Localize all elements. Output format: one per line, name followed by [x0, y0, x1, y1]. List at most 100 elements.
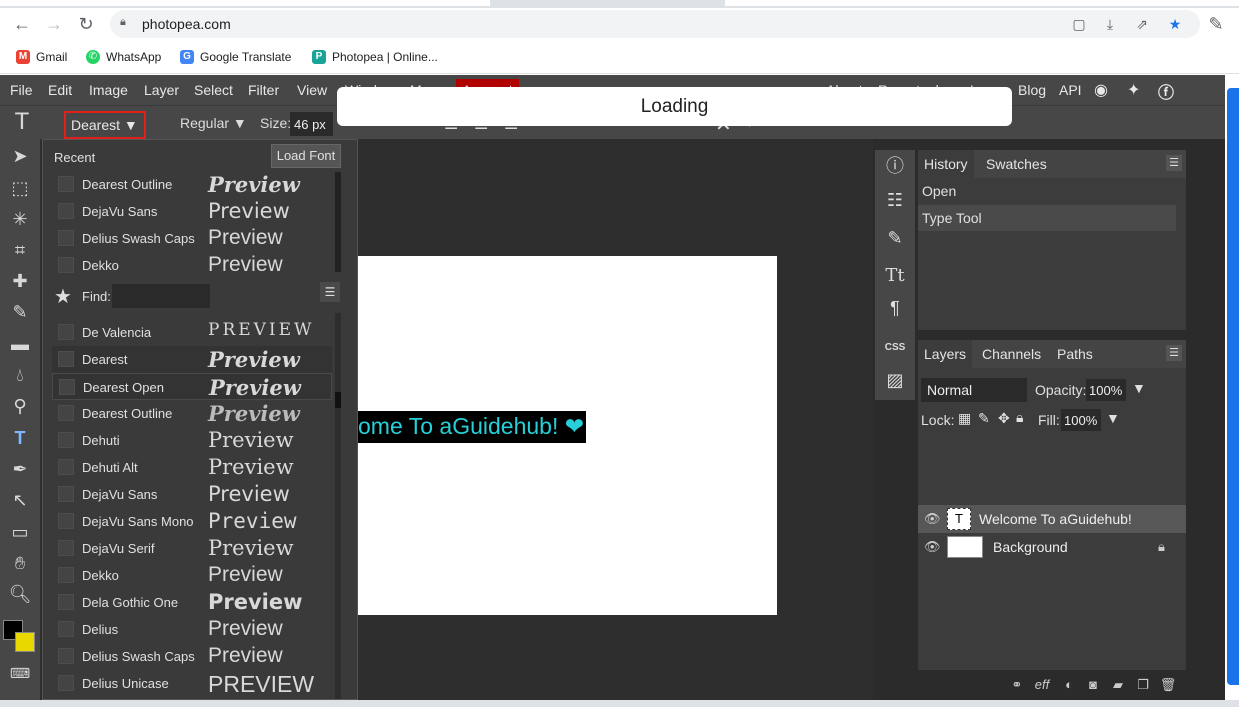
- tab-swatches[interactable]: Swatches: [986, 156, 1047, 172]
- new-folder-icon[interactable]: ▰: [1109, 677, 1127, 695]
- font-list-item[interactable]: Dearest Preview: [52, 346, 332, 373]
- reddit-icon[interactable]: ◉: [1094, 80, 1108, 100]
- background-color-swatch[interactable]: [15, 632, 35, 652]
- image-icon[interactable]: ▨: [883, 368, 907, 392]
- visibility-eye-icon[interactable]: 👁︎: [924, 511, 941, 527]
- character-icon[interactable]: Tt: [883, 264, 907, 288]
- install-icon[interactable]: ⤓: [1101, 15, 1119, 33]
- brush-settings-icon[interactable]: ✎: [883, 226, 907, 250]
- opacity-dropdown-icon[interactable]: ▼: [1132, 380, 1146, 396]
- font-list-item[interactable]: DejaVu Sans Mono Preview: [52, 508, 332, 535]
- recent-font-item[interactable]: Dearest Outline Preview: [52, 171, 332, 198]
- menu-file[interactable]: File: [10, 82, 33, 98]
- brush-tool-icon[interactable]: ✎: [6, 299, 34, 325]
- address-bar[interactable]: 🔒︎ photopea.com ▢ ⤓ ⇗ ★: [110, 10, 1200, 38]
- layer-name[interactable]: Background: [993, 539, 1068, 555]
- facebook-icon[interactable]: ⓕ: [1158, 79, 1174, 103]
- css-icon[interactable]: CSS: [883, 336, 907, 360]
- font-list-item[interactable]: Dearest Outline Preview: [52, 400, 332, 427]
- bookmark-photopea[interactable]: P Photopea | Online...: [312, 48, 438, 66]
- url-text[interactable]: photopea.com: [142, 16, 231, 32]
- load-font-button[interactable]: Load Font: [271, 144, 341, 168]
- font-family-dropdown[interactable]: Dearest ▼: [64, 111, 146, 139]
- recent-font-item[interactable]: DejaVu Sans Preview: [52, 198, 332, 225]
- menu-select[interactable]: Select: [194, 82, 233, 98]
- menu-blog[interactable]: Blog: [1018, 82, 1046, 98]
- menu-edit[interactable]: Edit: [48, 82, 72, 98]
- pen-tool-icon[interactable]: ✒: [6, 456, 34, 482]
- bookmark-whatsapp[interactable]: ✆ WhatsApp: [86, 48, 161, 66]
- font-list-item[interactable]: De Valencia PREVIEW: [52, 319, 332, 346]
- history-item[interactable]: Open: [918, 178, 1176, 204]
- tab-layers[interactable]: Layers: [918, 340, 973, 368]
- layer-row[interactable]: 👁︎ Background 🔒︎: [918, 533, 1186, 561]
- layer-row[interactable]: 👁︎ T Welcome To aGuidehub!: [918, 505, 1186, 533]
- font-list-item[interactable]: DejaVu Serif Preview: [52, 535, 332, 562]
- bookmark-google-translate[interactable]: G Google Translate: [180, 48, 291, 66]
- menu-layer[interactable]: Layer: [144, 82, 179, 98]
- hand-tool-icon[interactable]: ✋︎: [6, 550, 34, 576]
- lock-all-icon[interactable]: 🔒︎: [1016, 409, 1023, 426]
- opacity-input[interactable]: 100%: [1086, 379, 1126, 401]
- menu-api[interactable]: API: [1059, 82, 1082, 98]
- font-style-dropdown[interactable]: Regular ▼: [180, 115, 247, 131]
- font-search-input[interactable]: [112, 284, 210, 308]
- panel-menu-icon[interactable]: ☰: [1166, 155, 1182, 171]
- bookmark-gmail[interactable]: M Gmail: [16, 48, 67, 66]
- font-list-scroll-thumb[interactable]: [335, 392, 341, 408]
- blur-tool-icon[interactable]: 💧︎: [6, 362, 34, 388]
- layer-name[interactable]: Welcome To aGuidehub!: [979, 511, 1132, 527]
- font-list-item[interactable]: DejaVu Sans Preview: [52, 481, 332, 508]
- tab-channels[interactable]: Channels: [982, 346, 1041, 362]
- font-list-item[interactable]: Delius Swash Caps Preview: [52, 643, 332, 670]
- new-layer-icon[interactable]: ❐: [1134, 677, 1152, 695]
- magic-wand-tool-icon[interactable]: ✳: [6, 206, 34, 232]
- menu-image[interactable]: Image: [89, 82, 128, 98]
- history-item[interactable]: Type Tool: [918, 205, 1176, 231]
- paragraph-icon[interactable]: ¶: [883, 296, 907, 320]
- lock-pixels-icon[interactable]: ✎: [978, 410, 990, 427]
- panel-menu-icon[interactable]: ☰: [1166, 345, 1182, 361]
- font-list-item[interactable]: Dekko Preview: [52, 562, 332, 589]
- recent-font-item[interactable]: Delius Swash Caps Preview: [52, 225, 332, 252]
- delete-layer-icon[interactable]: 🗑︎: [1159, 677, 1177, 695]
- menu-view[interactable]: View: [297, 82, 327, 98]
- document-canvas[interactable]: ome To aGuidehub! ❤: [358, 256, 777, 615]
- layer-mask-icon[interactable]: ◙: [1084, 677, 1102, 695]
- page-info-icon[interactable]: ▢: [1070, 15, 1088, 33]
- recent-font-item[interactable]: Dekko Preview: [52, 252, 332, 279]
- extension-icon[interactable]: ✎: [1204, 12, 1228, 36]
- back-icon[interactable]: ←: [10, 12, 34, 36]
- info-icon[interactable]: ⓘ: [883, 154, 907, 178]
- move-tool-icon[interactable]: ➤: [6, 143, 34, 169]
- star-icon[interactable]: ★: [54, 284, 72, 309]
- recent-scrollbar[interactable]: [335, 172, 341, 272]
- tab-history[interactable]: History: [918, 150, 974, 178]
- fill-dropdown-icon[interactable]: ▼: [1106, 410, 1120, 426]
- tab[interactable]: [725, 0, 1239, 6]
- twitter-icon[interactable]: ✦: [1127, 80, 1140, 100]
- healing-tool-icon[interactable]: ✚: [6, 268, 34, 294]
- lock-transparency-icon[interactable]: ▦: [958, 410, 971, 427]
- lock-position-icon[interactable]: ✥: [998, 410, 1010, 427]
- font-list-menu-icon[interactable]: ☰: [320, 282, 340, 302]
- bookmark-star-icon[interactable]: ★: [1166, 15, 1184, 33]
- canvas-text-layer[interactable]: ome To aGuidehub! ❤: [358, 411, 586, 443]
- font-list-item[interactable]: Dehuti Preview: [52, 427, 332, 454]
- font-list-item[interactable]: Dearest Open Preview: [52, 373, 332, 400]
- active-tab[interactable]: [0, 0, 490, 6]
- dodge-tool-icon[interactable]: ⚲: [6, 393, 34, 419]
- keyboard-icon[interactable]: ⌨: [6, 660, 34, 686]
- path-select-tool-icon[interactable]: ↖: [6, 487, 34, 513]
- fill-input[interactable]: 100%: [1061, 409, 1101, 431]
- font-size-input[interactable]: 46 px: [290, 112, 333, 136]
- font-list-item[interactable]: Dehuti Alt Preview: [52, 454, 332, 481]
- link-layers-icon[interactable]: ⚭: [1008, 677, 1026, 695]
- adjustment-layer-icon[interactable]: ◐: [1060, 677, 1078, 695]
- gradient-tool-icon[interactable]: ▬: [6, 331, 34, 357]
- font-list-item[interactable]: Delius Unicase PREVIEW: [52, 670, 332, 697]
- blend-mode-select[interactable]: Normal: [921, 378, 1027, 402]
- visibility-eye-icon[interactable]: 👁︎: [924, 539, 941, 555]
- zoom-tool-icon[interactable]: 🔍︎: [6, 581, 34, 607]
- menu-filter[interactable]: Filter: [248, 82, 279, 98]
